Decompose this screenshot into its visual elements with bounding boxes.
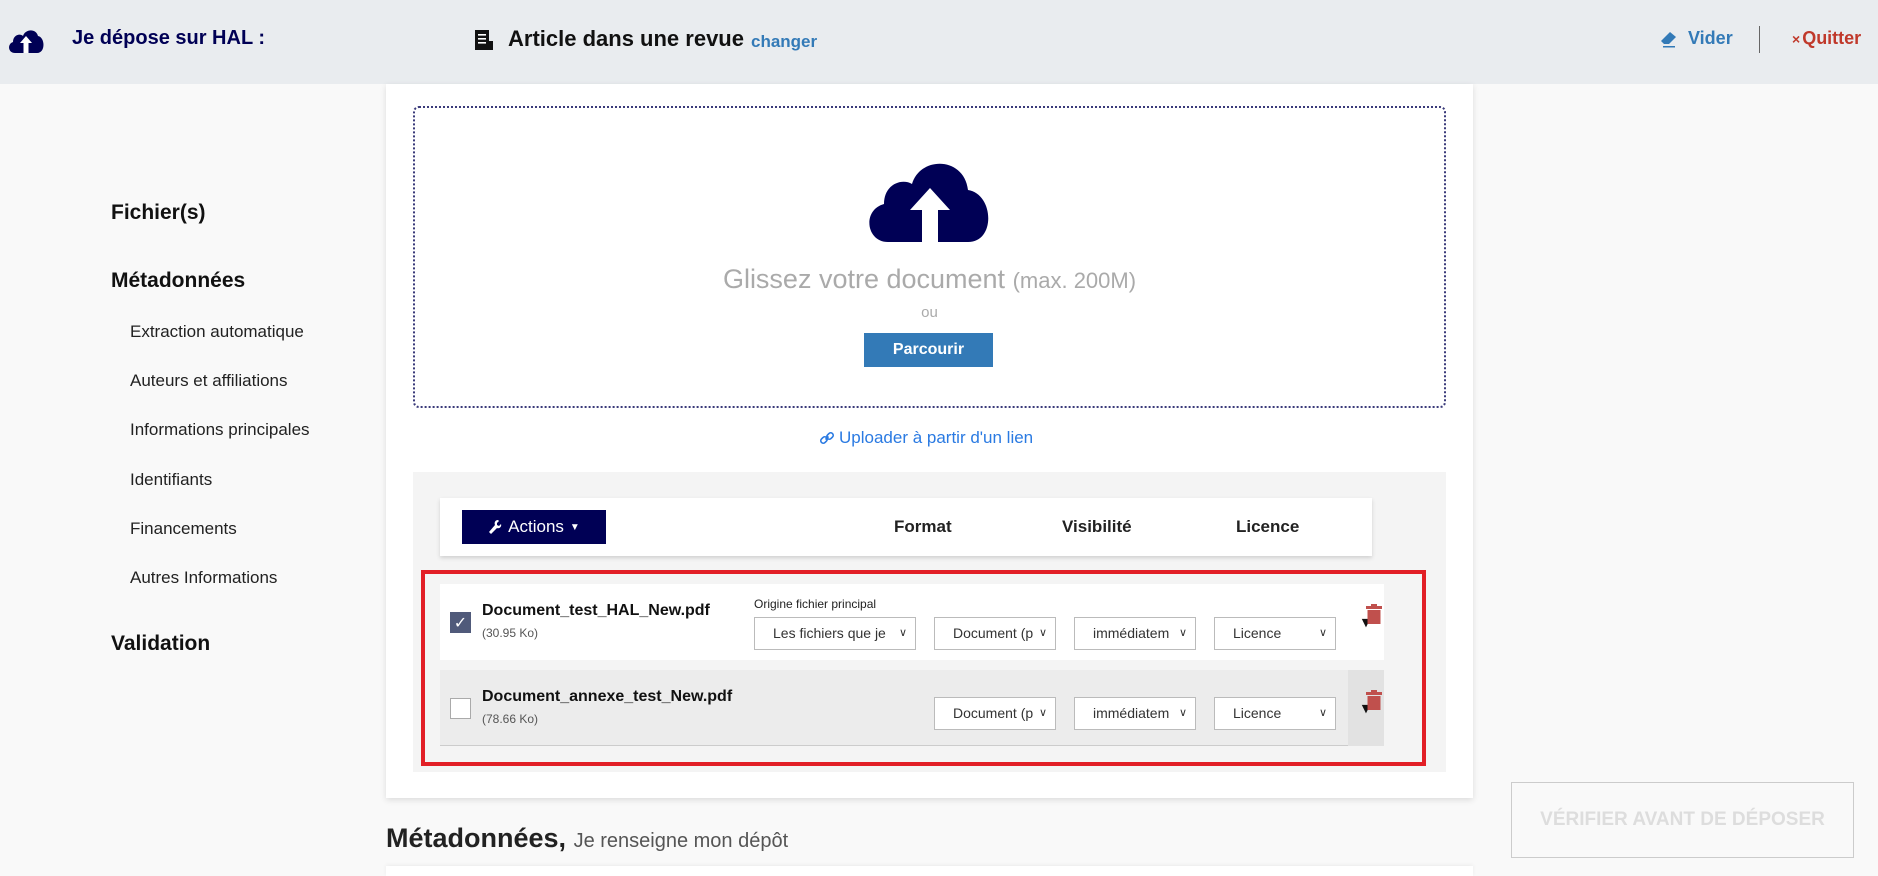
format-value: Document (p: [953, 705, 1034, 721]
header-divider: [1759, 26, 1760, 53]
file-size: (30.95 Ko): [482, 626, 539, 640]
file-size: (78.66 Ko): [482, 712, 539, 726]
visibility-value: immédiatem: [1093, 625, 1170, 641]
eraser-icon: [1661, 31, 1676, 47]
licence-select[interactable]: Licence ∨: [1214, 697, 1336, 730]
sidebar-item-other-info[interactable]: Autres Informations: [130, 568, 277, 588]
licence-value: Licence: [1233, 705, 1282, 721]
visibility-select[interactable]: immédiatem ∨: [1074, 617, 1196, 650]
origin-select[interactable]: Les fichiers que je ∨: [754, 617, 916, 650]
chevron-down-icon: ∨: [1318, 627, 1327, 639]
chevron-down-icon: ∨: [1178, 627, 1187, 639]
sidebar-section-validation[interactable]: Validation: [111, 632, 210, 656]
verify-before-submit-button[interactable]: VÉRIFIER AVANT DE DÉPOSER: [1511, 782, 1854, 858]
column-format: Format: [894, 517, 952, 536]
metadata-card: [386, 866, 1473, 876]
column-visibility: Visibilité: [1062, 517, 1132, 536]
quit-label: Quitter: [1802, 28, 1862, 48]
licence-value: Licence: [1233, 625, 1282, 641]
top-bar: Je dépose sur HAL : Article dans une rev…: [0, 0, 1878, 84]
cloud-upload-icon: [869, 163, 989, 242]
format-select[interactable]: Document (p ∨: [934, 617, 1056, 650]
sidebar-section-files[interactable]: Fichier(s): [111, 201, 206, 225]
sidebar-item-funding[interactable]: Financements: [130, 519, 237, 539]
trash-icon[interactable]: [1366, 604, 1382, 624]
upload-link-label: Uploader à partir d'un lien: [839, 428, 1034, 447]
origin-label: Origine fichier principal: [754, 597, 877, 611]
actions-dropdown-button[interactable]: Actions ▼: [462, 510, 606, 544]
file-name: Document_test_HAL_New.pdf: [482, 602, 710, 619]
file-name: Document_annexe_test_New.pdf: [482, 688, 733, 705]
file-dropzone[interactable]: Glissez votre document (max. 200M) ou Pa…: [413, 106, 1446, 408]
close-icon: ×: [1792, 31, 1801, 47]
wrench-icon: [489, 520, 502, 534]
sidebar-item-extraction[interactable]: Extraction automatique: [130, 322, 304, 342]
chevron-down-icon: ∨: [1318, 707, 1327, 719]
link-icon: [819, 431, 835, 445]
browse-button[interactable]: Parcourir: [864, 333, 993, 367]
files-card: Glissez votre document (max. 200M) ou Pa…: [386, 84, 1473, 798]
change-type-link[interactable]: changer: [751, 32, 817, 52]
cloud-upload-icon: [9, 30, 44, 53]
visibility-select[interactable]: immédiatem ∨: [1074, 697, 1196, 730]
clear-button[interactable]: Vider: [1660, 28, 1733, 49]
quit-button[interactable]: × Quitter: [1792, 28, 1861, 49]
chevron-down-icon: ∨: [1038, 627, 1047, 639]
document-icon: [475, 30, 493, 50]
format-select[interactable]: Document (p ∨: [934, 697, 1056, 730]
drop-instructions: Glissez votre document (max. 200M): [415, 264, 1444, 295]
files-panel: Actions ▼ Format Visibilité Licence ✓ Do…: [413, 472, 1446, 772]
column-licence: Licence: [1236, 517, 1300, 536]
sidebar-item-authors[interactable]: Auteurs et affiliations: [130, 371, 288, 391]
clear-label: Vider: [1688, 28, 1733, 48]
document-type: Article dans une revue: [508, 26, 744, 51]
origin-value: Les fichiers que je: [773, 625, 886, 641]
chevron-down-icon: ∨: [1178, 707, 1187, 719]
actions-label: Actions: [508, 517, 564, 536]
metadata-subtitle: Je renseigne mon dépôt: [573, 830, 789, 852]
licence-select[interactable]: Licence ∨: [1214, 617, 1336, 650]
upload-from-link[interactable]: Uploader à partir d'un lien: [819, 428, 1041, 448]
metadata-title: Métadonnées,: [386, 823, 567, 853]
chevron-down-icon: ∨: [1038, 707, 1047, 719]
files-table-header: Actions ▼ Format Visibilité Licence: [440, 498, 1372, 556]
file-row: Document_annexe_test_New.pdf (78.66 Ko) …: [440, 670, 1384, 746]
site-title: Je dépose sur HAL :: [72, 27, 266, 49]
trash-icon[interactable]: [1366, 690, 1382, 710]
chevron-down-icon: ∨: [898, 627, 907, 639]
max-size-text: (max. 200M): [1012, 268, 1137, 293]
format-value: Document (p: [953, 625, 1034, 641]
sidebar-item-identifiers[interactable]: Identifiants: [130, 470, 212, 490]
visibility-value: immédiatem: [1093, 705, 1170, 721]
metadata-section-title: Métadonnées, Je renseigne mon dépôt: [386, 823, 788, 854]
sidebar-item-main-info[interactable]: Informations principales: [130, 420, 310, 440]
file-checkbox[interactable]: ✓: [450, 612, 471, 633]
file-checkbox[interactable]: [450, 698, 471, 719]
caret-down-icon: ▼: [569, 521, 580, 533]
or-text: ou: [921, 304, 938, 321]
drop-text: Glissez votre document: [722, 264, 1006, 294]
file-row: ✓ Document_test_HAL_New.pdf (30.95 Ko) O…: [440, 584, 1384, 660]
sidebar-section-metadata[interactable]: Métadonnées: [111, 269, 245, 293]
